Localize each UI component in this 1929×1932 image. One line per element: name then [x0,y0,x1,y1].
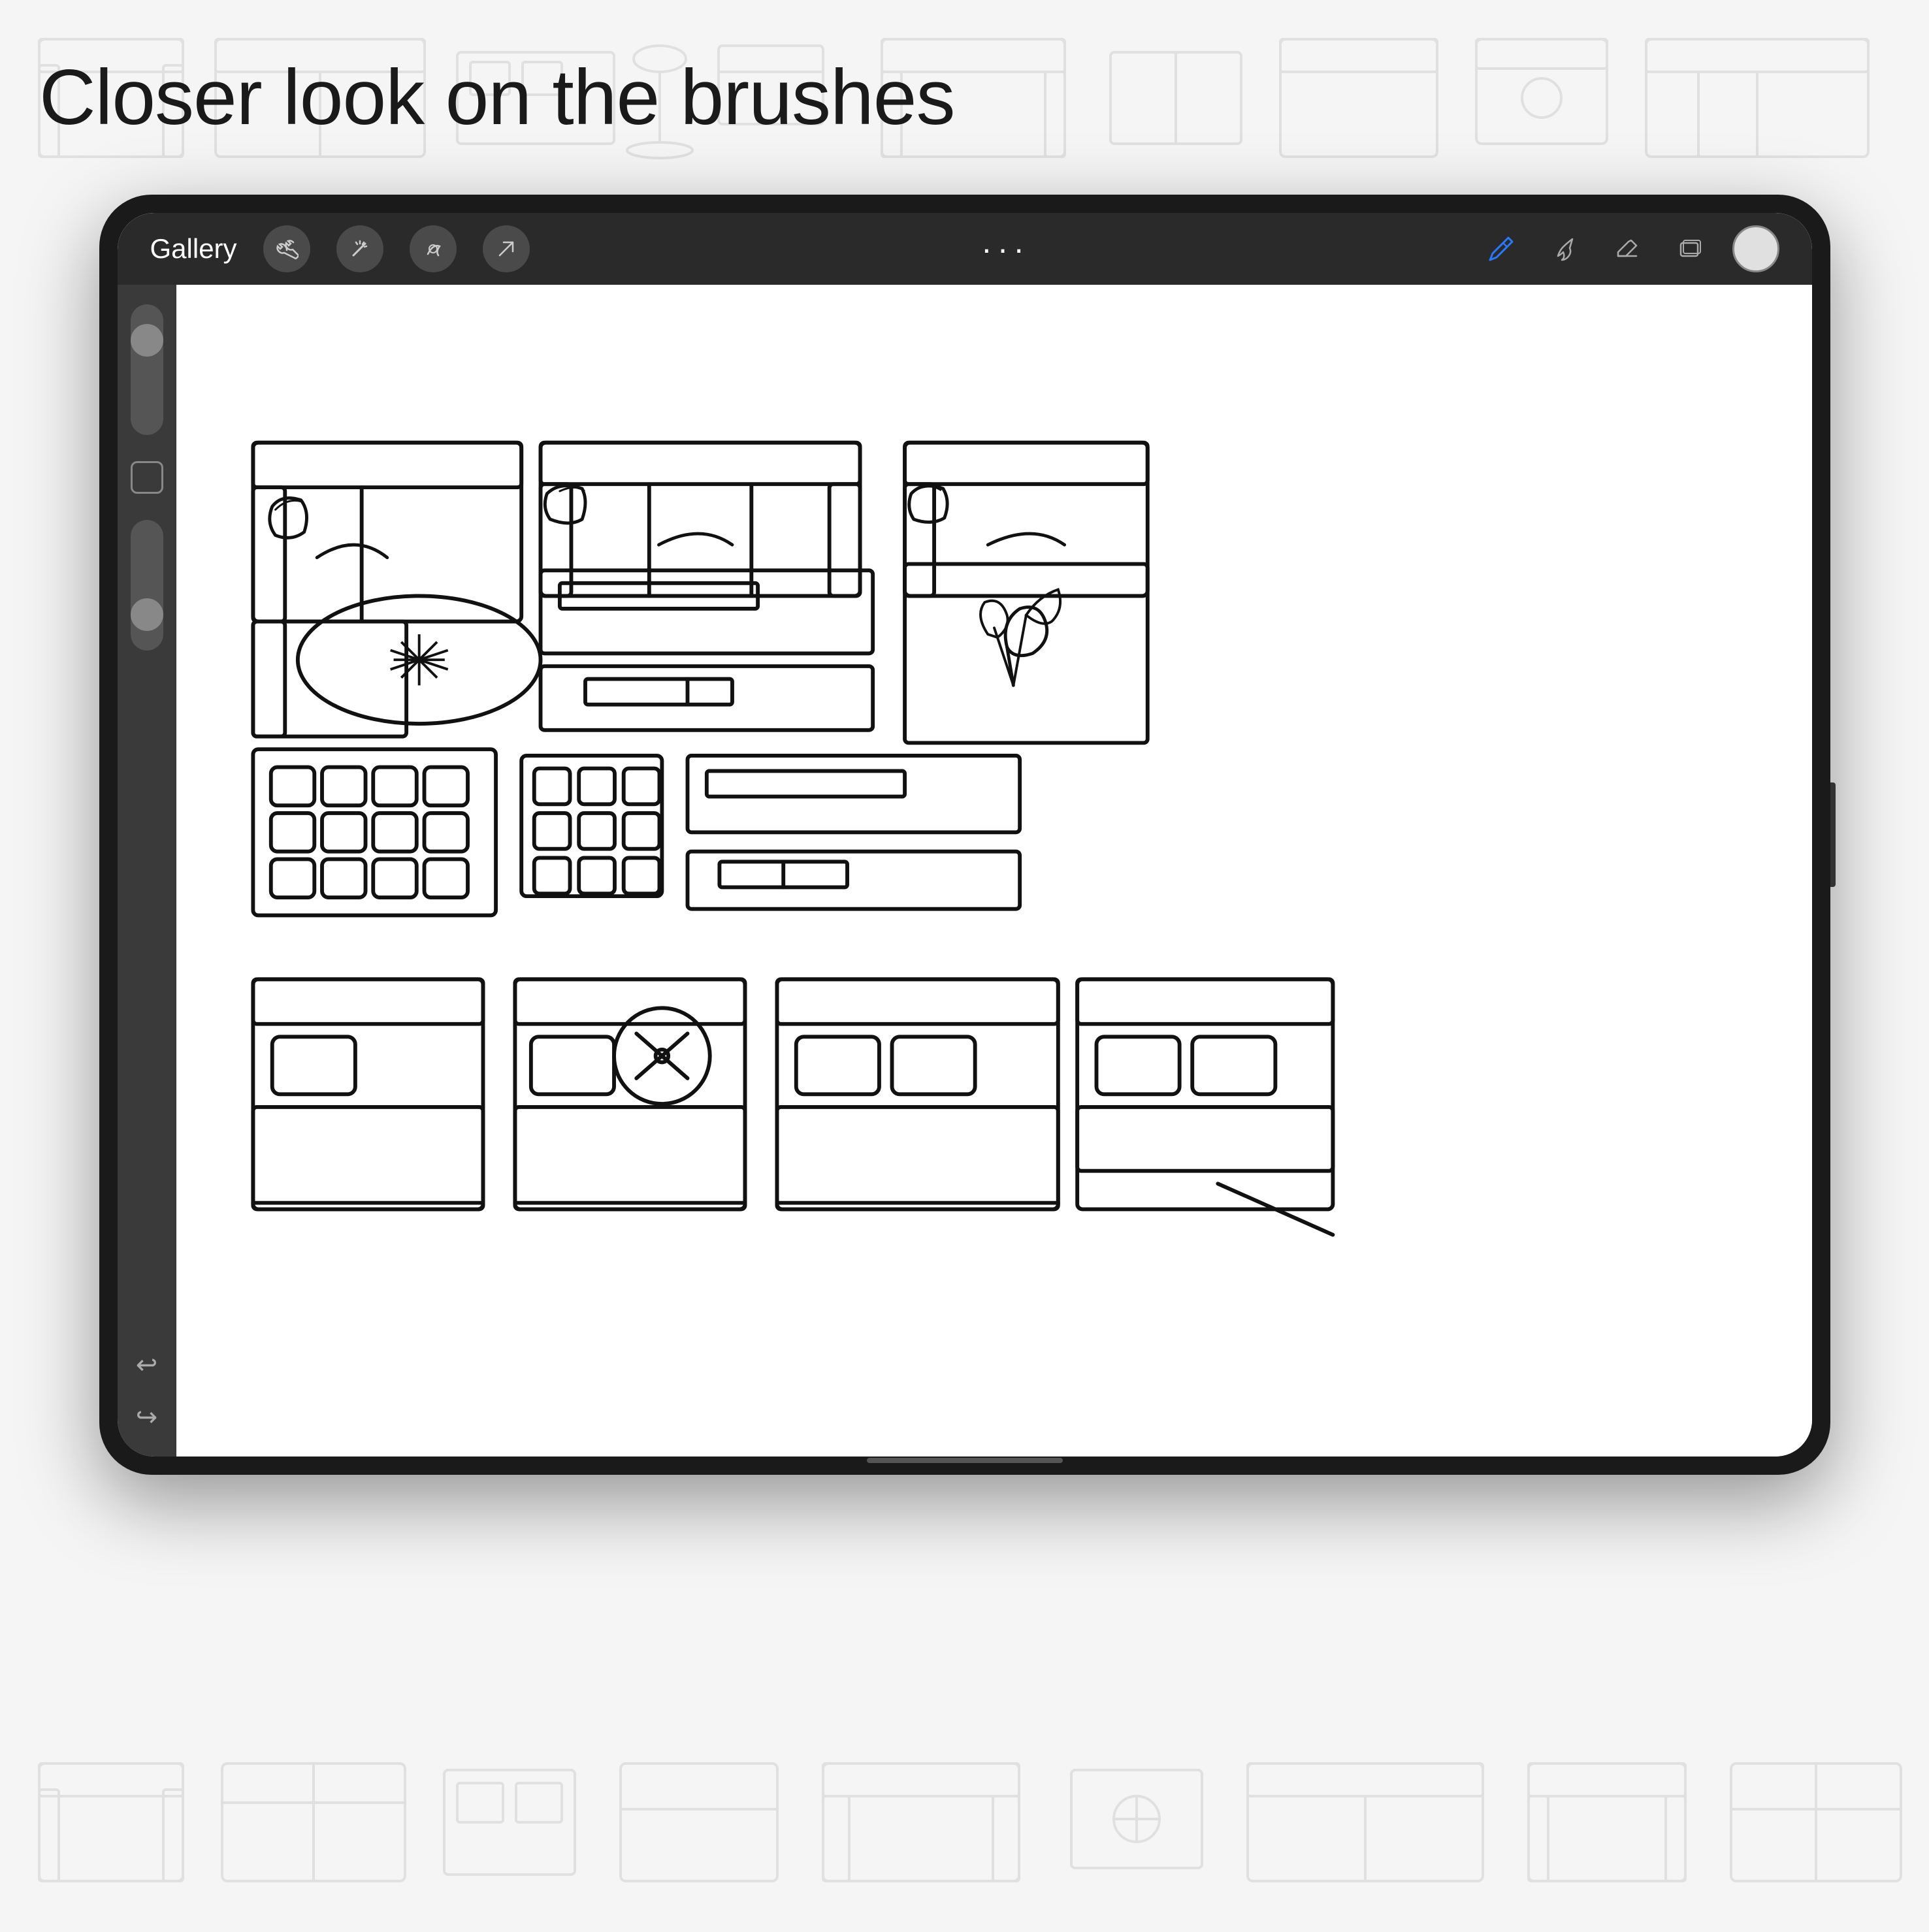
brush-tool-button[interactable] [1544,229,1583,268]
eraser-tool-button[interactable] [1607,229,1646,268]
gallery-button[interactable]: Gallery [150,233,237,265]
layers-button[interactable] [1670,229,1709,268]
opacity-slider[interactable] [131,520,163,651]
ipad-home-bar [867,1458,1063,1463]
toolbar: Gallery [118,213,1812,285]
undo-button[interactable]: ↩ [127,1345,167,1385]
opacity-thumb[interactable] [131,598,163,631]
brush-size-thumb[interactable] [131,324,163,357]
brush-size-slider[interactable] [131,304,163,435]
redo-button[interactable]: ↪ [127,1398,167,1437]
toolbar-left: Gallery [150,225,530,272]
ipad-wrapper: Gallery [39,195,1890,1475]
main-content: Closer look on the brushes Gallery [0,0,1929,1514]
more-options-button[interactable]: ··· [981,230,1029,268]
page-title: Closer look on the brushes [39,52,1890,142]
ipad-side-button [1830,782,1836,887]
wrench-icon-button[interactable] [263,225,310,272]
side-panel: ↩ ↪ [118,285,176,1457]
home-indicator[interactable] [131,461,163,494]
toolbar-center: ··· [530,230,1482,268]
drawing-canvas [176,285,1812,1457]
ipad-frame: Gallery [99,195,1830,1475]
color-picker-button[interactable] [1732,225,1779,272]
canvas-area: ↩ ↪ [118,285,1812,1457]
ipad-screen: Gallery [118,213,1812,1457]
arrow-icon-button[interactable] [483,225,530,272]
toolbar-right [1482,225,1779,272]
pen-tool-button[interactable] [1482,229,1521,268]
smudge-icon-button[interactable] [410,225,457,272]
magic-wand-icon-button[interactable] [336,225,383,272]
